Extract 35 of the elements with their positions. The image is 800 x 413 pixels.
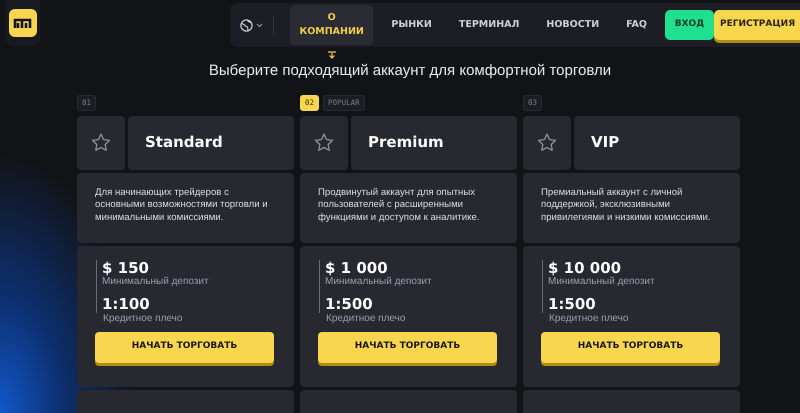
plan-description: Премиальный аккаунт с личной поддержкой, эксклюзивными привилегиями и низкими комиссиями. [541,186,712,226]
page-heading: Выберите подходящий аккаунт для комфортной торговли [208,61,612,81]
register-button[interactable]: РЕГИСТРАЦИЯ [714,10,800,40]
start-trading-button[interactable]: НАЧАТЬ ТОРГОВАТЬ [541,332,720,362]
plan-description: Для начинающих трейдеров с основными возможностями торговли и минимальными комиссиями. [95,186,269,226]
leverage-label: Кредитное плечо [326,312,406,324]
star-icon[interactable] [91,133,111,152]
arrow-down-icon [328,51,336,60]
star-icon[interactable] [537,133,557,152]
deposit-amount: $ 1 000 [325,260,389,276]
chevron-down-icon[interactable] [256,22,263,28]
nav-link[interactable]: НОВОСТИ [537,12,608,38]
star-icon[interactable] [314,133,334,152]
start-trading-button[interactable]: НАЧАТЬ ТОРГОВАТЬ [318,332,497,362]
login-button[interactable]: ВХОД [664,10,714,40]
nav-link[interactable]: ТЕРМИНАЛ [450,12,528,38]
deposit-label: Минимальный депозит [102,276,210,288]
leverage-value: 1:500 [325,296,374,312]
deposit-label: Минимальный депозит [325,276,433,288]
nav-link[interactable]: РЫНКИ [382,12,441,38]
leverage-label: Кредитное плечо [103,312,184,324]
plan-name: Standard [145,132,223,154]
deposit-amount: $ 10 000 [548,260,622,276]
leverage-value: 1:100 [102,296,151,312]
logo-icon[interactable] [8,9,37,37]
globe-icon[interactable] [240,18,253,32]
deposit-amount: $ 150 [102,260,150,276]
leverage-label: Кредитное плечо [549,312,630,324]
nav-link[interactable]: FAQ [617,12,656,38]
deposit-label: Минимальный депозит [548,276,656,288]
plan-name: VIP [591,132,620,154]
plan-name: Premium [368,132,444,154]
start-trading-button[interactable]: НАЧАТЬ ТОРГОВАТЬ [95,332,274,362]
plan-description: Продвинутый аккаунт для опытных пользователей с расширенными функциями и доступом к аналитике. [318,186,480,226]
leverage-value: 1:500 [548,296,597,312]
